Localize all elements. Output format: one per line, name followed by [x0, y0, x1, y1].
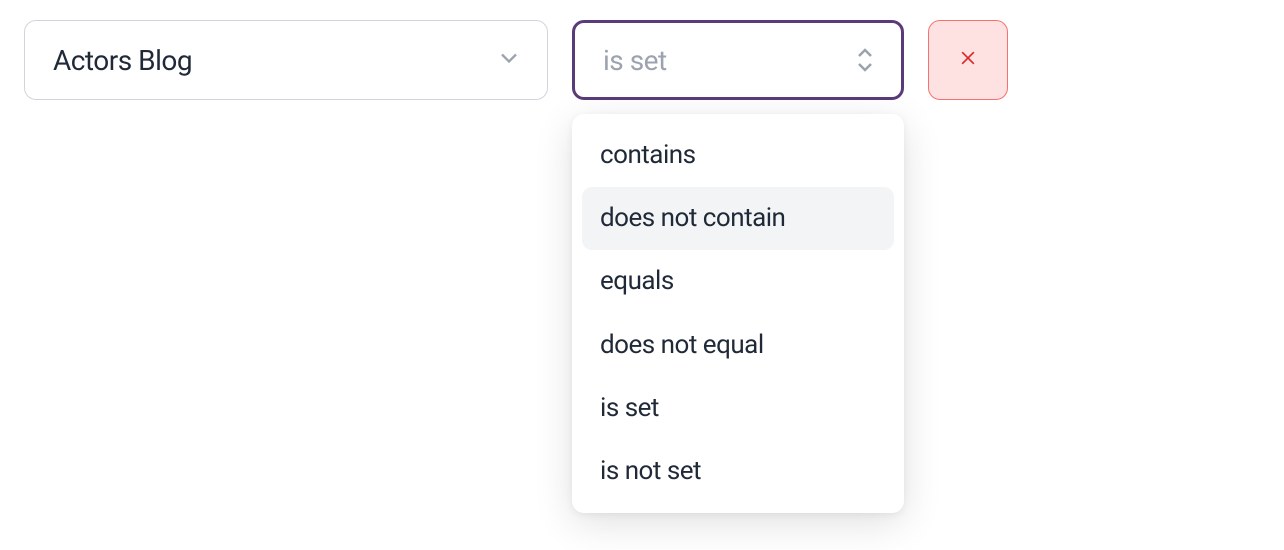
condition-dropdown-menu: contains does not contain equals does no…: [572, 114, 904, 513]
dropdown-option-does-not-contain[interactable]: does not contain: [582, 187, 894, 250]
dropdown-option-is-not-set[interactable]: is not set: [582, 440, 894, 503]
dropdown-option-is-set[interactable]: is set: [582, 377, 894, 440]
condition-select-wrapper: is set contains does not contain equals …: [572, 20, 904, 100]
condition-select[interactable]: is set: [572, 20, 904, 100]
close-icon: [958, 48, 978, 72]
field-select-value: Actors Blog: [53, 44, 192, 77]
delete-filter-button[interactable]: [928, 20, 1008, 100]
dropdown-option-equals[interactable]: equals: [582, 250, 894, 313]
field-select[interactable]: Actors Blog: [24, 20, 548, 100]
chevron-down-icon: [495, 44, 523, 76]
dropdown-option-contains[interactable]: contains: [582, 124, 894, 187]
dropdown-option-does-not-equal[interactable]: does not equal: [582, 314, 894, 377]
chevrons-up-down-icon: [853, 46, 877, 74]
condition-select-placeholder: is set: [603, 44, 667, 77]
filter-row: Actors Blog is set contains does not con…: [24, 20, 1260, 100]
